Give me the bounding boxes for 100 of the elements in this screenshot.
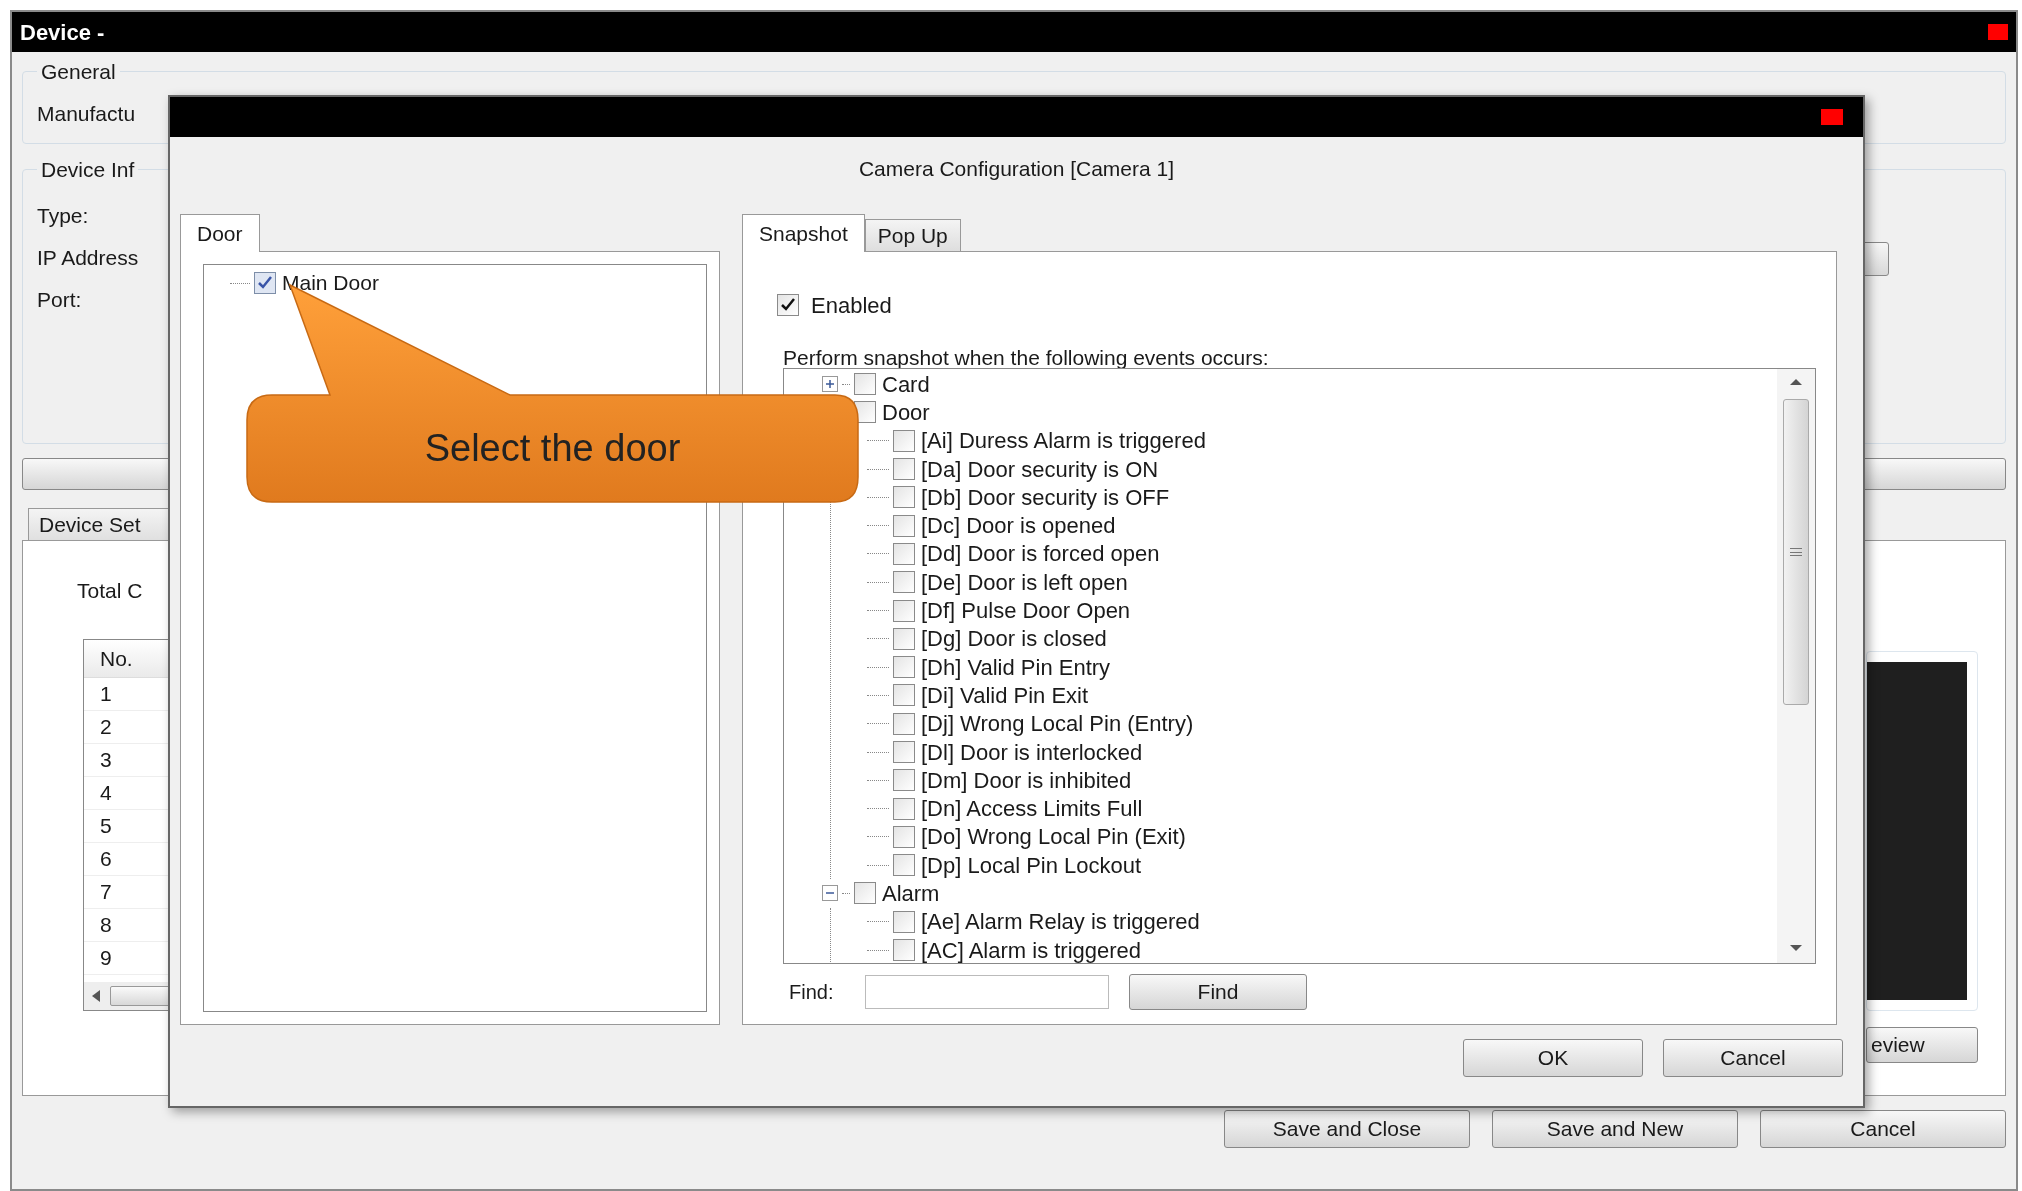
checkbox[interactable] [893, 712, 915, 735]
table-cell-text: 2 [100, 714, 112, 741]
connector-line [867, 553, 889, 555]
tree-item[interactable]: [Ae] Alarm Relay is triggered [921, 909, 1200, 935]
checkbox-label: Enabled [811, 291, 892, 320]
connector-line [842, 383, 850, 385]
tree-item[interactable]: [Do] Wrong Local Pin (Exit) [921, 824, 1186, 850]
table-cell-text: 1 [100, 681, 112, 708]
connector-line [867, 525, 889, 527]
window-title: Device - [20, 18, 105, 47]
callout-text: Select the door [423, 426, 682, 471]
checkbox[interactable] [893, 599, 915, 622]
tree-item[interactable]: Main Door [282, 267, 379, 299]
checkbox[interactable] [893, 656, 915, 679]
tab[interactable]: Snapshot [742, 214, 865, 252]
connector-line [867, 581, 889, 583]
tree-item[interactable]: [Df] Pulse Door Open [921, 598, 1131, 623]
connector-line [867, 666, 889, 668]
checkbox[interactable] [254, 272, 276, 294]
tree-item[interactable]: [Di] Valid Pin Exit [921, 682, 1089, 708]
tree-item[interactable]: [Dl] Door is interlocked [921, 739, 1143, 765]
left-arrow-icon[interactable] [92, 990, 100, 1002]
group-label: Device Inf [40, 157, 136, 183]
tree-item[interactable]: [Db] Door security is OFF [921, 484, 1170, 510]
tree-item[interactable]: [Dd] Door is forced open [921, 541, 1160, 567]
section-label: Perform snapshot when the following events occurs: [783, 346, 1269, 369]
table-cell-text: 3 [100, 747, 112, 774]
checkbox[interactable] [893, 458, 915, 481]
button[interactable]: Cancel [1663, 1039, 1843, 1077]
button[interactable]: OK [1463, 1039, 1643, 1077]
checkbox[interactable] [893, 910, 915, 933]
preview-button[interactable]: eview [1866, 1027, 1978, 1063]
scroll-thumb[interactable] [110, 986, 170, 1006]
tree-item[interactable]: [Dn] Access Limits Full [921, 796, 1143, 822]
connector-line [867, 610, 889, 611]
dialog-title: Camera Configuration [Camera 1] [858, 157, 1175, 180]
checkbox[interactable] [893, 769, 915, 792]
connector-line [867, 496, 889, 498]
button[interactable]: Save and Close [1224, 1110, 1470, 1148]
checkbox[interactable] [893, 514, 915, 537]
scroll-bar[interactable] [1777, 369, 1815, 963]
tree-item[interactable]: [AC] Alarm is triggered [921, 937, 1142, 963]
checkbox[interactable] [893, 486, 915, 509]
grip-icon [1790, 548, 1802, 556]
connector-line [867, 836, 889, 838]
tab[interactable]: Pop Up [864, 219, 961, 251]
checkbox[interactable] [893, 939, 915, 962]
tree-item[interactable]: [Dg] Door is closed [921, 626, 1107, 652]
table-cell-text: 6 [100, 846, 112, 873]
find-field[interactable] [865, 975, 1109, 1009]
column-header: No. [100, 645, 133, 672]
checkbox[interactable] [893, 429, 915, 452]
connector-line [230, 282, 250, 284]
checkbox[interactable] [893, 571, 915, 594]
checkbox[interactable] [893, 741, 915, 763]
checkbox[interactable] [854, 882, 876, 905]
button[interactable]: Cancel [1760, 1110, 2006, 1148]
checkbox[interactable] [893, 797, 915, 820]
button[interactable]: Save and New [1492, 1110, 1738, 1148]
field-label: Total C [77, 578, 143, 604]
connector-line [867, 949, 889, 951]
checkbox[interactable] [893, 854, 915, 877]
tree-item[interactable]: [Da] Door security is ON [921, 456, 1159, 482]
checkbox[interactable] [893, 542, 915, 565]
expander-icon[interactable] [822, 376, 838, 393]
tree-item[interactable]: [Dj] Wrong Local Pin (Entry) [921, 711, 1194, 737]
connector-line [867, 468, 889, 470]
up-arrow-icon[interactable] [1790, 379, 1802, 385]
tree-item[interactable]: [Dh] Valid Pin Entry [921, 654, 1111, 680]
field-label: IP Address [37, 245, 139, 269]
connector-line [842, 893, 850, 894]
find-button[interactable]: Find [1129, 974, 1307, 1010]
scroll-thumb[interactable] [1783, 399, 1809, 705]
table-cell-text: 4 [100, 780, 112, 807]
checkbox[interactable] [893, 684, 915, 707]
connector-line [867, 440, 889, 442]
table-cell-text: 9 [100, 945, 112, 972]
checkbox[interactable] [854, 373, 876, 396]
connector-line [867, 808, 889, 810]
field-label: Find: [788, 980, 835, 1005]
checkbox[interactable] [893, 627, 915, 650]
down-arrow-icon[interactable] [1790, 945, 1802, 951]
tree-item[interactable]: [De] Door is left open [921, 569, 1128, 595]
tree-item[interactable]: [Dm] Door is inhibited [921, 767, 1132, 793]
tree-item[interactable]: Alarm [882, 881, 940, 906]
expander-icon[interactable] [822, 885, 838, 902]
connector-line [867, 921, 889, 923]
tree-item[interactable]: Door [882, 399, 930, 425]
table-cell-text: 5 [100, 813, 112, 840]
tab[interactable]: Door [180, 214, 260, 252]
tree-item[interactable]: [Ai] Duress Alarm is triggered [921, 428, 1206, 454]
checkbox[interactable] [893, 825, 915, 848]
checkbox[interactable] [777, 294, 799, 316]
connector-line [867, 751, 889, 753]
connector-line [867, 638, 889, 640]
tree-item[interactable]: [Dp] Local Pin Lockout [921, 852, 1142, 878]
field-label: Manufactu [37, 101, 136, 125]
tree-item[interactable]: Card [882, 371, 930, 397]
connector-line [867, 694, 889, 696]
tree-item[interactable]: [Dc] Door is opened [921, 513, 1116, 539]
